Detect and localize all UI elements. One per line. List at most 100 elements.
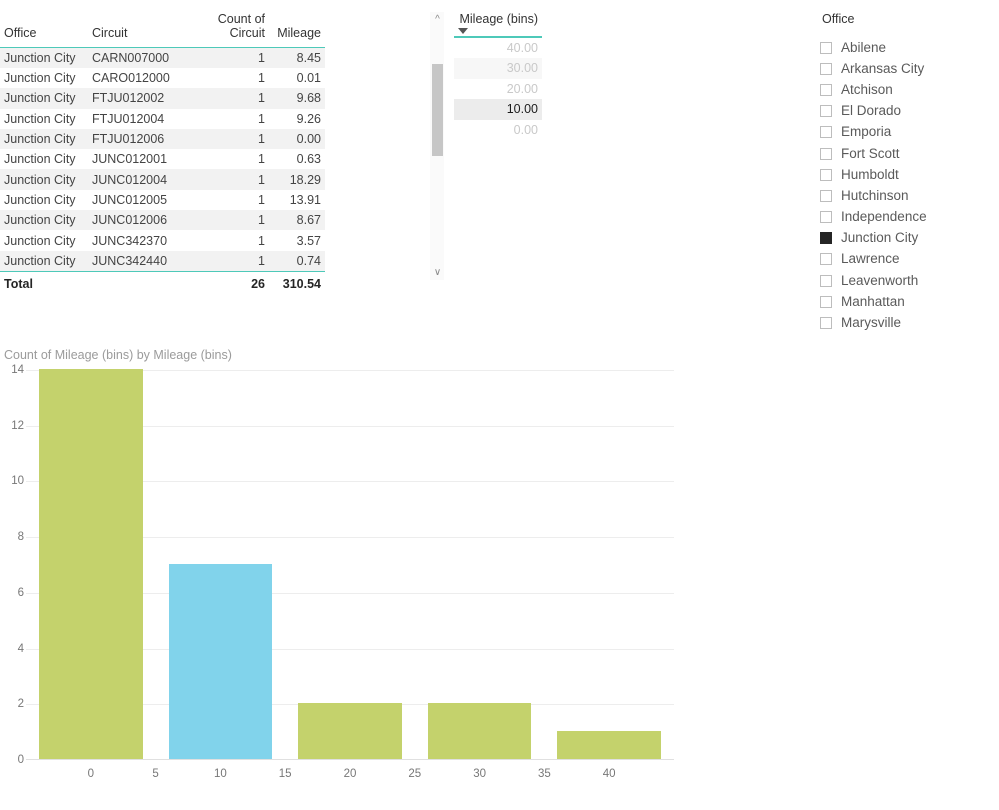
cell-office: Junction City — [0, 68, 86, 89]
cell-office: Junction City — [0, 88, 86, 109]
office-slicer: Office Abilene Arkansas City Atchison El Do… — [820, 12, 995, 342]
table-row[interactable]: Junction City JUNC342440 1 0.74 — [0, 250, 325, 272]
cell-office: Junction City — [0, 149, 86, 170]
y-axis-tick-label: 0 — [17, 754, 24, 766]
office-slicer-item[interactable]: Leavenworth — [820, 270, 995, 291]
mileage-slicer-header[interactable]: Mileage (bins) — [454, 12, 542, 34]
chart-bar[interactable] — [298, 703, 402, 759]
table-row[interactable]: Junction City JUNC012004 1 18.29 — [0, 169, 325, 190]
circuit-table: Office Circuit Count of Circuit Mileage … — [0, 10, 325, 296]
cell-circuit: FTJU012004 — [86, 108, 178, 129]
mileage-value[interactable]: 40.00 — [454, 37, 542, 58]
scrollbar-thumb[interactable] — [432, 64, 443, 156]
checkbox-icon[interactable] — [820, 295, 832, 308]
office-slicer-item[interactable]: Marysville — [820, 312, 995, 333]
cell-mileage: 8.67 — [271, 210, 325, 231]
table-row[interactable]: Junction City FTJU012004 1 9.26 — [0, 108, 325, 129]
checkbox-checked-icon[interactable] — [820, 232, 832, 245]
cell-circuit: CARN007000 — [86, 47, 178, 68]
table-row[interactable]: Junction City CARN007000 1 8.45 — [0, 47, 325, 68]
office-slicer-item-label: Abilene — [841, 39, 887, 55]
cell-count-of-circuit: 1 — [178, 68, 271, 89]
cell-circuit: JUNC342440 — [86, 250, 178, 272]
chart-bar[interactable] — [557, 731, 662, 759]
x-axis-tick-label: 40 — [602, 768, 616, 780]
table-row[interactable]: Junction City CARO012000 1 0.01 — [0, 68, 325, 89]
mileage-value[interactable]: 30.00 — [454, 58, 542, 79]
table-row[interactable]: Junction City JUNC342370 1 3.57 — [0, 230, 325, 251]
cell-count-of-circuit: 1 — [178, 128, 271, 150]
table-row[interactable]: Junction City JUNC012005 1 13.91 — [0, 189, 325, 211]
mileage-slicer-title: Mileage (bins) — [459, 12, 538, 26]
chevron-down-icon[interactable]: ∨ — [430, 265, 445, 280]
chart-bar[interactable] — [38, 369, 143, 759]
checkbox-icon[interactable] — [820, 105, 832, 118]
chart-bar[interactable] — [168, 564, 273, 759]
chart-bar[interactable] — [427, 703, 532, 759]
office-slicer-item[interactable]: Independence — [820, 207, 995, 228]
mileage-value-selected[interactable]: 10.00 — [454, 99, 542, 120]
column-header-count-of-circuit[interactable]: Count of Circuit — [178, 10, 271, 48]
cell-circuit: JUNC012005 — [86, 189, 178, 211]
cell-mileage: 0.74 — [271, 250, 325, 272]
mileage-value[interactable]: 20.00 — [454, 78, 542, 99]
cell-count-of-circuit: 1 — [178, 108, 271, 129]
office-slicer-item[interactable]: El Dorado — [820, 101, 995, 122]
office-slicer-items: Abilene Arkansas City Atchison El Dorado Emp… — [820, 37, 995, 334]
table-row[interactable]: Junction City JUNC012001 1 0.63 — [0, 149, 325, 170]
office-slicer-item[interactable]: Manhattan — [820, 291, 995, 312]
y-axis-tick-label: 2 — [17, 698, 24, 711]
cell-count-of-circuit: 1 — [178, 47, 271, 68]
office-slicer-item[interactable]: Atchison — [820, 79, 995, 100]
cell-count-of-circuit: 1 — [178, 250, 271, 272]
chevron-up-icon[interactable]: ^ — [430, 12, 445, 27]
cell-circuit: JUNC012001 — [86, 149, 178, 170]
checkbox-icon[interactable] — [820, 274, 832, 287]
checkbox-icon[interactable] — [820, 253, 832, 266]
table-body: Junction City CARN007000 1 8.45 Junction Cit… — [0, 47, 325, 272]
office-slicer-item[interactable]: Humboldt — [820, 164, 995, 185]
cell-count-of-circuit: 1 — [178, 189, 271, 211]
cell-mileage: 3.57 — [271, 230, 325, 251]
checkbox-icon[interactable] — [820, 83, 832, 96]
table-row[interactable]: Junction City FTJU012006 1 0.00 — [0, 128, 325, 150]
dashboard-root: Office Circuit Count of Circuit Mileage … — [0, 0, 999, 810]
y-axis-tick-label: 4 — [17, 642, 24, 655]
chart-plot-wrapper: 0 2 4 6 8 10 12 14 0 5 10 15 20 25 30 35 40 — [0, 364, 700, 802]
sort-descending-arrow-icon[interactable] — [458, 28, 468, 34]
total-circuit — [86, 270, 178, 296]
office-slicer-item-label: Independence — [841, 209, 927, 225]
office-slicer-item[interactable]: Lawrence — [820, 249, 995, 270]
office-slicer-item[interactable]: Arkansas City — [820, 58, 995, 79]
column-header-office[interactable]: Office — [0, 10, 86, 48]
table-row[interactable]: Junction City FTJU012002 1 9.68 — [0, 88, 325, 109]
checkbox-icon[interactable] — [820, 317, 832, 330]
office-slicer-item[interactable]: Hutchinson — [820, 185, 995, 206]
x-axis-tick-label: 30 — [473, 768, 486, 780]
table-header-row: Office Circuit Count of Circuit Mileage — [0, 10, 325, 48]
checkbox-icon[interactable] — [820, 168, 832, 181]
total-count-of-circuit: 26 — [178, 270, 271, 296]
office-slicer-item[interactable]: Emporia — [820, 122, 995, 143]
office-slicer-item[interactable]: Fort Scott — [820, 143, 995, 164]
office-slicer-item[interactable]: Junction City — [820, 228, 995, 249]
office-slicer-item[interactable]: Abilene — [820, 37, 995, 58]
column-header-circuit[interactable]: Circuit — [86, 10, 178, 48]
office-slicer-item-label: Marysville — [841, 315, 902, 331]
x-axis-tick-label: 15 — [278, 768, 292, 780]
cell-mileage: 0.01 — [271, 68, 325, 89]
cell-mileage: 0.63 — [271, 149, 325, 170]
checkbox-icon[interactable] — [820, 211, 832, 224]
cell-circuit: FTJU012006 — [86, 128, 178, 150]
mileage-slicer-scrollbar[interactable]: ^ ∨ — [430, 12, 445, 280]
checkbox-icon[interactable] — [820, 189, 832, 202]
cell-count-of-circuit: 1 — [178, 169, 271, 190]
cell-office: Junction City — [0, 210, 86, 231]
column-header-mileage[interactable]: Mileage — [271, 10, 325, 48]
table-row[interactable]: Junction City JUNC012006 1 8.67 — [0, 210, 325, 231]
checkbox-icon[interactable] — [820, 126, 832, 139]
checkbox-icon[interactable] — [820, 147, 832, 160]
mileage-value[interactable]: 0.00 — [454, 119, 542, 140]
checkbox-icon[interactable] — [820, 41, 832, 54]
checkbox-icon[interactable] — [820, 62, 832, 75]
